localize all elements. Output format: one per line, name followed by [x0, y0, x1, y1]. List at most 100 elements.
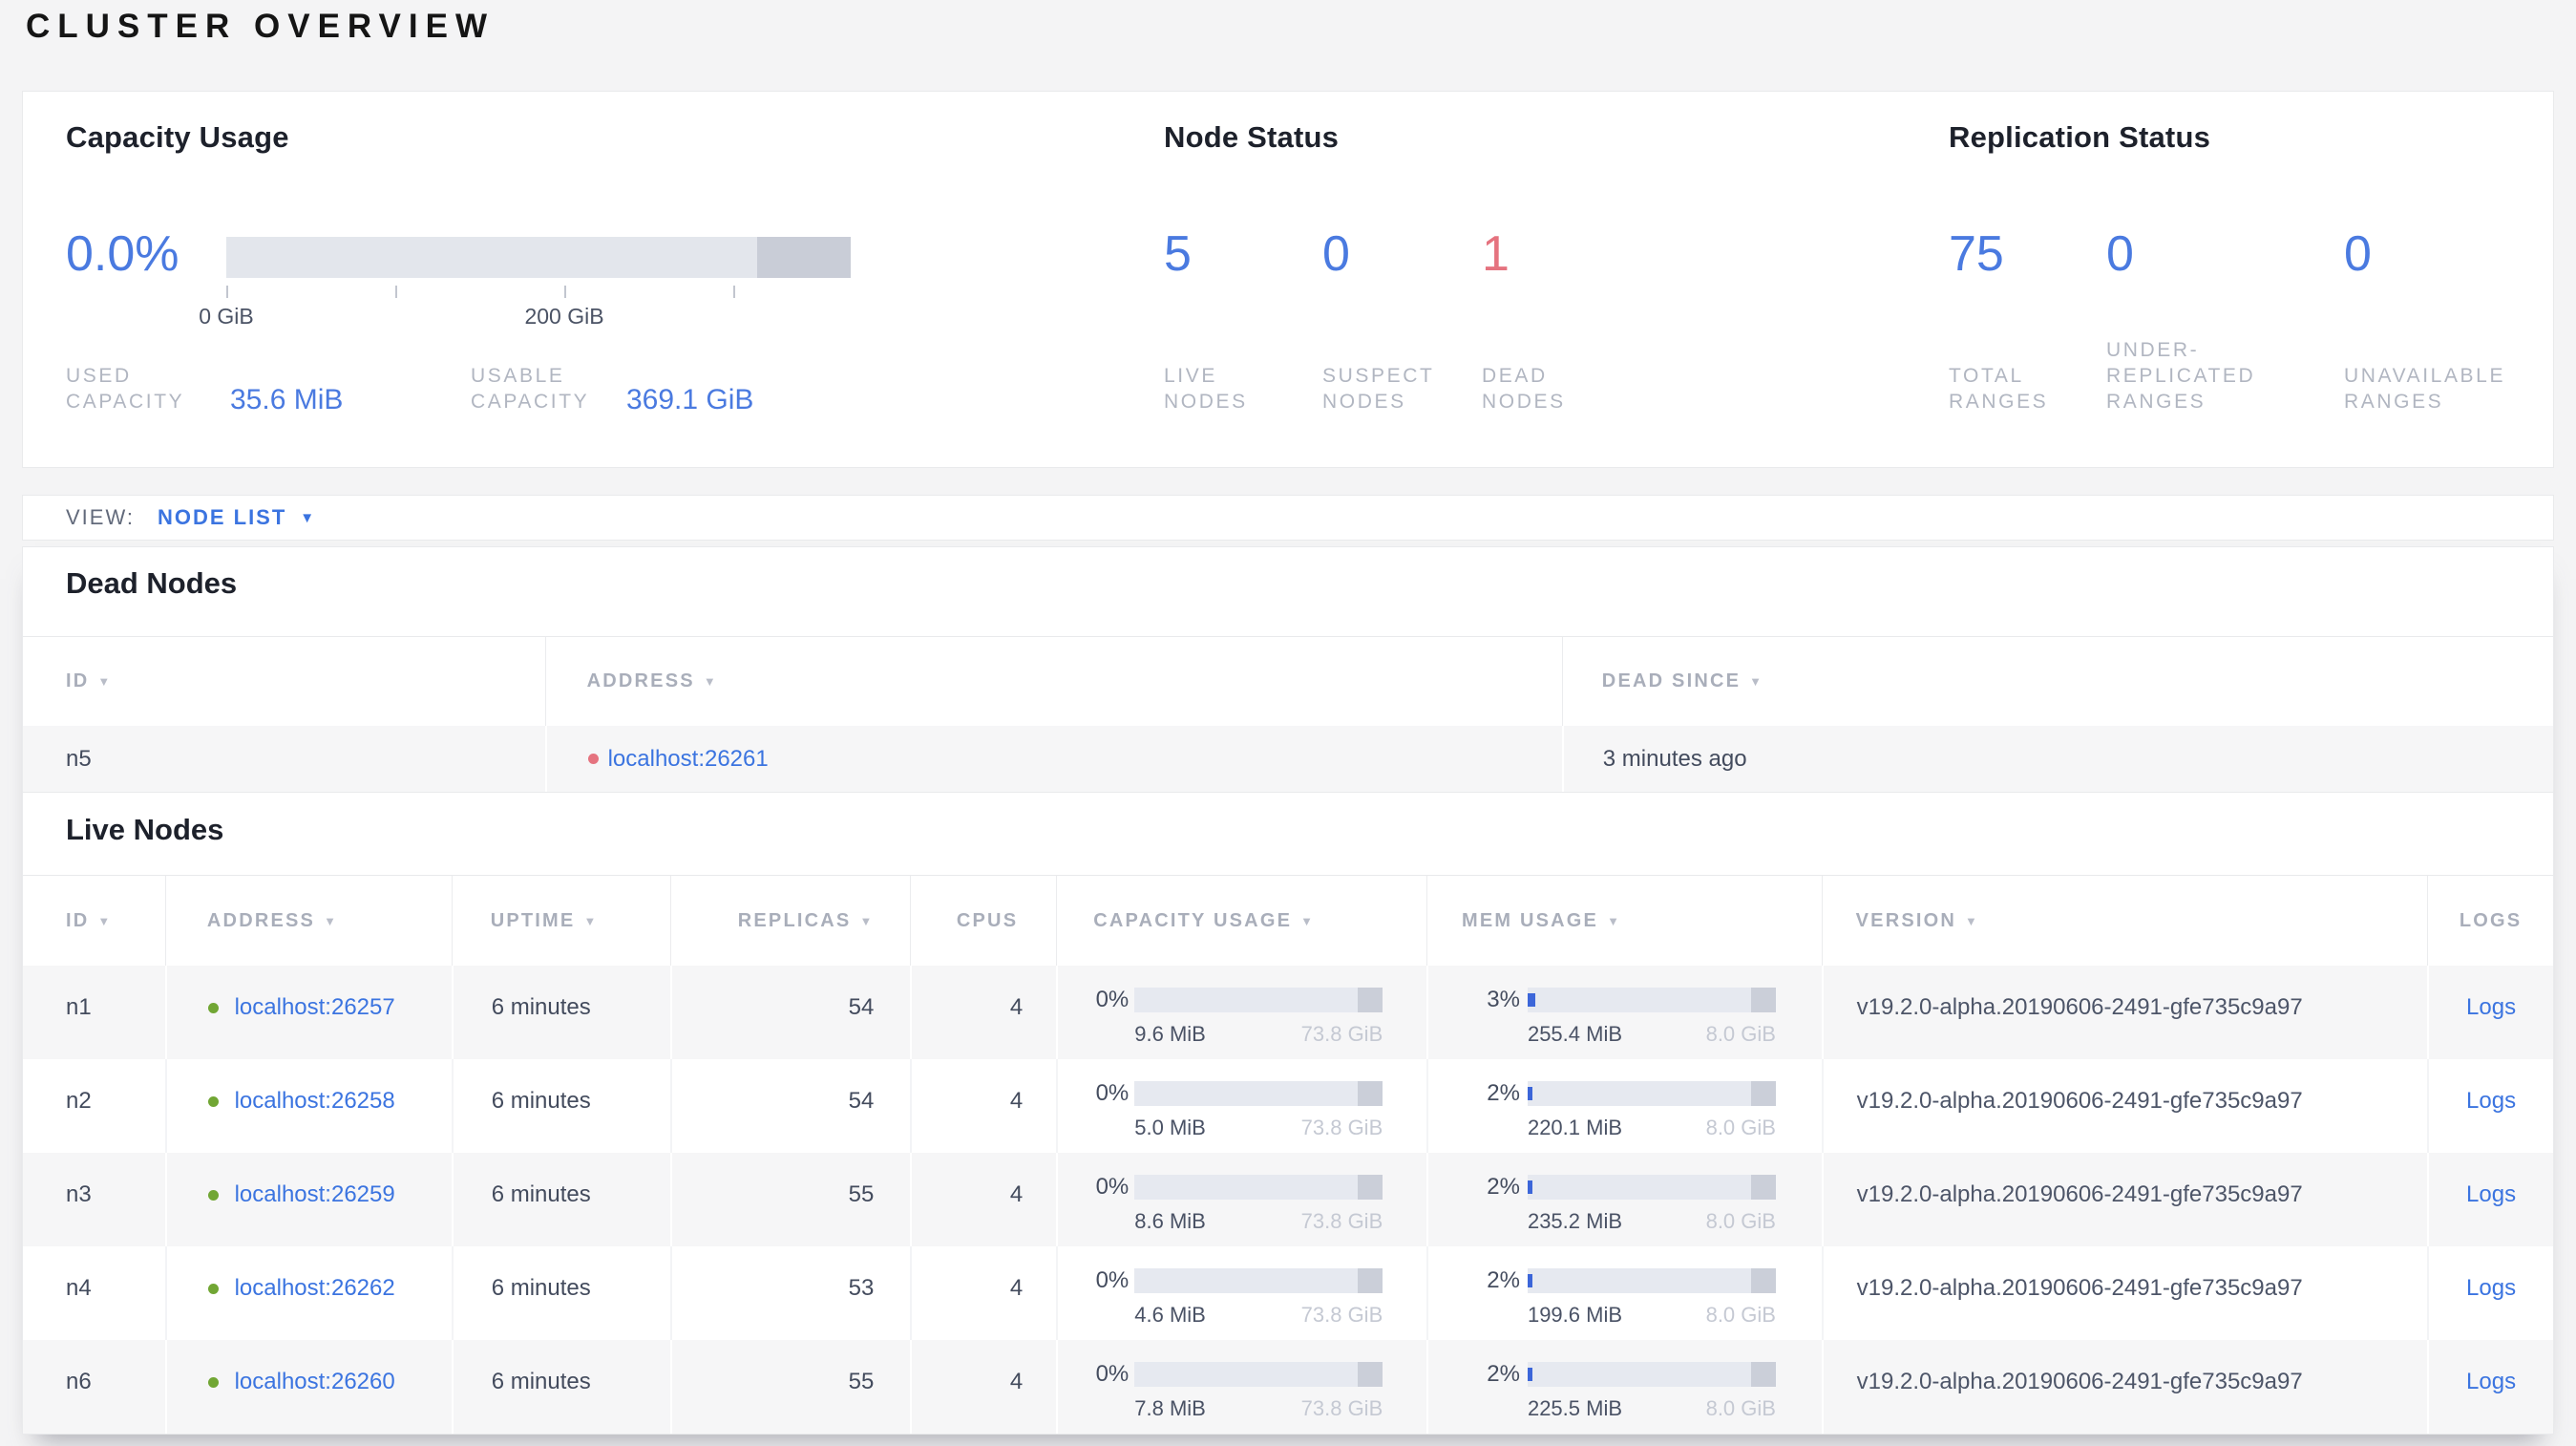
replication-status-title: Replication Status — [1949, 120, 2211, 154]
node-capacity-usage: 0% 4.6 MiB 73.8 GiB — [1056, 1246, 1426, 1340]
dead-node-address-link[interactable]: localhost:26261 — [608, 746, 769, 773]
node-logs-cell: Logs — [2427, 1153, 2553, 1246]
sort-arrow-icon: ▼ — [703, 674, 716, 689]
sort-arrow-icon: ▼ — [1300, 913, 1313, 928]
capacity-bar-track — [226, 237, 851, 278]
mem-mini-bar — [1527, 988, 1776, 1012]
logs-link[interactable]: Logs — [2466, 1181, 2516, 1207]
logs-link[interactable]: Logs — [2466, 1088, 2516, 1114]
node-version: v19.2.0-alpha.20190606-2491-gfe735c9a97 — [1821, 1246, 2427, 1340]
live-column-header-capacity-usage[interactable]: CAPACITY USAGE ▼ — [1056, 876, 1426, 966]
capacity-axis-label: 200 GiB — [524, 304, 604, 329]
sort-arrow-icon: ▼ — [97, 674, 111, 689]
usable-capacity-label: USABLE CAPACITY — [471, 365, 590, 413]
node-cpus: 4 — [910, 1246, 1056, 1340]
sort-arrow-icon: ▼ — [324, 913, 336, 928]
capacity-axis-tick — [733, 286, 735, 298]
node-status-title: Node Status — [1164, 120, 1340, 154]
node-logs-cell: Logs — [2427, 966, 2553, 1059]
dead-node-dead-since: 3 minutes ago — [1561, 726, 2553, 792]
node-cpus: 4 — [910, 1059, 1056, 1153]
capacity-axis-tick — [395, 286, 397, 298]
dead-column-header-dead-since[interactable]: DEAD SINCE ▼ — [1561, 637, 2553, 726]
live-column-header-replicas[interactable]: REPLICAS ▼ — [669, 876, 911, 966]
dead-column-header-address[interactable]: ADDRESS ▼ — [544, 637, 1562, 726]
dead-node-row: n5 localhost:26261 3 minutes ago — [23, 726, 2553, 793]
node-id: n4 — [66, 1275, 92, 1301]
view-label: VIEW: — [66, 505, 135, 529]
dead-nodes-label: DEAD NODES — [1482, 365, 1566, 413]
capacity-bar-chart: 0 GiB 200 GiB — [199, 237, 851, 351]
node-id: n2 — [66, 1088, 92, 1114]
dead-node-id: n5 — [66, 745, 92, 772]
live-nodes-table-body: n1 localhost:26257 6 minutes 54 4 0% 9.6… — [23, 966, 2553, 1434]
chevron-down-icon[interactable]: ▼ — [300, 510, 314, 526]
dead-node-dot-icon — [587, 754, 599, 764]
cluster-summary-panel: Capacity Usage 0.0% 0 GiB 200 GiB USED C… — [22, 91, 2554, 468]
node-replicas: 54 — [669, 966, 911, 1059]
node-mem-usage: 2% 225.5 MiB 8.0 GiB — [1425, 1340, 1822, 1434]
node-version: v19.2.0-alpha.20190606-2491-gfe735c9a97 — [1821, 1153, 2427, 1246]
capacity-axis-tick — [564, 286, 566, 298]
node-uptime: 6 minutes — [451, 1153, 670, 1246]
live-node-row: n2 localhost:26258 6 minutes 54 4 0% 5.0… — [23, 1059, 2553, 1153]
live-node-row: n6 localhost:26260 6 minutes 55 4 0% 7.8… — [23, 1340, 2553, 1434]
capacity-mini-bar — [1134, 1175, 1383, 1200]
node-address-link[interactable]: localhost:26257 — [235, 994, 395, 1020]
sort-arrow-icon: ▼ — [859, 913, 873, 928]
sort-arrow-icon: ▼ — [97, 913, 111, 928]
view-dropdown[interactable]: NODE LIST — [158, 505, 286, 530]
node-version: v19.2.0-alpha.20190606-2491-gfe735c9a97 — [1821, 1340, 2427, 1434]
node-id: n3 — [66, 1181, 92, 1207]
dead-nodes-table-header: ID ▼ ADDRESS ▼ DEAD SINCE ▼ — [23, 636, 2553, 726]
node-mem-usage: 2% 199.6 MiB 8.0 GiB — [1425, 1246, 1822, 1340]
live-column-header-version[interactable]: VERSION ▼ — [1821, 876, 2427, 966]
mem-mini-bar — [1527, 1175, 1776, 1200]
under-replicated-ranges-count: 0 — [2106, 226, 2134, 282]
unavailable-ranges-count: 0 — [2344, 226, 2372, 282]
node-address-cell: localhost:26258 — [164, 1059, 452, 1153]
node-uptime: 6 minutes — [451, 1246, 670, 1340]
logs-link[interactable]: Logs — [2466, 994, 2516, 1020]
node-replicas: 53 — [669, 1246, 911, 1340]
page-title: CLUSTER OVERVIEW — [26, 8, 496, 45]
live-column-header-id[interactable]: ID ▼ — [23, 876, 165, 966]
replication-status-section: Replication Status 75 0 0 TOTAL RANGES U… — [1949, 92, 2550, 467]
unavailable-ranges-label: UNAVAILABLE RANGES — [2344, 365, 2506, 413]
logs-link[interactable]: Logs — [2466, 1369, 2516, 1394]
capacity-axis-tick — [226, 286, 228, 298]
node-version: v19.2.0-alpha.20190606-2491-gfe735c9a97 — [1821, 1059, 2427, 1153]
node-address-link[interactable]: localhost:26262 — [235, 1275, 395, 1301]
live-column-header-uptime[interactable]: UPTIME ▼ — [451, 876, 670, 966]
live-node-dot-icon — [207, 1377, 219, 1388]
node-status-section: Node Status 5 0 1 LIVE NODES SUSPECT NOD… — [1164, 92, 1870, 467]
node-uptime: 6 minutes — [451, 966, 670, 1059]
dead-column-header-id[interactable]: ID ▼ — [23, 637, 545, 726]
node-replicas: 55 — [669, 1153, 911, 1246]
live-nodes-heading: Live Nodes — [66, 813, 224, 846]
live-column-header-address[interactable]: ADDRESS ▼ — [164, 876, 452, 966]
live-nodes-label: LIVE NODES — [1164, 365, 1248, 413]
capacity-mini-bar — [1134, 1268, 1383, 1293]
live-node-dot-icon — [207, 1284, 219, 1294]
node-capacity-usage: 0% 9.6 MiB 73.8 GiB — [1056, 966, 1426, 1059]
capacity-percent: 0.0% — [66, 226, 179, 282]
live-column-header-cpus[interactable]: CPUS — [910, 876, 1056, 966]
live-node-dot-icon — [207, 1096, 219, 1107]
logs-link[interactable]: Logs — [2466, 1275, 2516, 1301]
node-address-cell: localhost:26257 — [164, 966, 452, 1059]
node-address-link[interactable]: localhost:26259 — [235, 1181, 395, 1207]
node-capacity-usage: 0% 5.0 MiB 73.8 GiB — [1056, 1059, 1426, 1153]
node-address-link[interactable]: localhost:26260 — [235, 1369, 395, 1394]
node-logs-cell: Logs — [2427, 1246, 2553, 1340]
live-column-header-mem-usage[interactable]: MEM USAGE ▼ — [1425, 876, 1822, 966]
node-logs-cell: Logs — [2427, 1340, 2553, 1434]
capacity-mini-bar — [1134, 988, 1383, 1012]
node-version: v19.2.0-alpha.20190606-2491-gfe735c9a97 — [1821, 966, 2427, 1059]
sort-arrow-icon: ▼ — [583, 913, 597, 928]
node-address-link[interactable]: localhost:26258 — [235, 1088, 395, 1114]
node-id: n1 — [66, 994, 92, 1020]
node-address-cell: localhost:26262 — [164, 1246, 452, 1340]
mem-mini-bar — [1527, 1268, 1776, 1293]
node-mem-usage: 2% 220.1 MiB 8.0 GiB — [1425, 1059, 1822, 1153]
